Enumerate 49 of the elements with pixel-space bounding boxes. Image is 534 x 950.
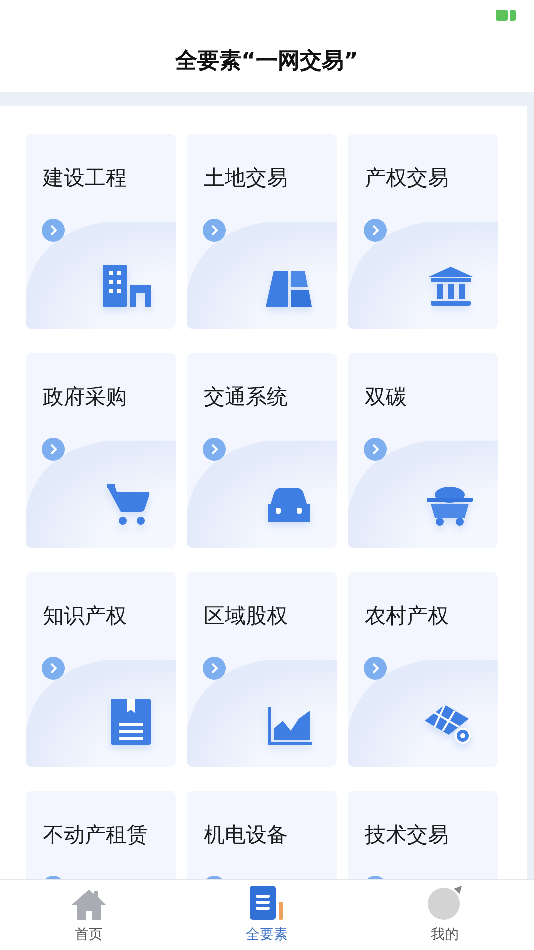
battery-icon <box>496 10 516 20</box>
category-card[interactable]: 农村产权 <box>348 572 498 767</box>
chevron-circle-icon <box>364 438 387 461</box>
area-chart-icon <box>268 707 312 745</box>
tab-item[interactable]: 首页 <box>0 880 178 950</box>
cart-icon <box>107 484 151 526</box>
mine-cart-icon <box>427 486 473 526</box>
category-card[interactable]: 不动产租赁 <box>26 791 176 879</box>
land-tiles-icon <box>266 271 312 307</box>
tab-item[interactable]: 我的 <box>356 880 534 950</box>
chevron-circle-icon <box>203 657 226 680</box>
bank-icon <box>429 267 473 307</box>
card-title: 建设工程 <box>43 165 127 192</box>
chevron-circle-icon <box>42 219 65 242</box>
avatar-icon <box>428 886 462 920</box>
category-card[interactable]: 交通系统 <box>187 353 337 548</box>
category-card[interactable]: 政府采购 <box>26 353 176 548</box>
chevron-circle-icon <box>42 438 65 461</box>
chevron-circle-icon <box>42 657 65 680</box>
card-title: 土地交易 <box>204 165 288 192</box>
card-title: 知识产权 <box>43 603 127 630</box>
book-icon <box>111 699 151 745</box>
page-title: 全要素“一网交易” <box>176 48 358 76</box>
category-card[interactable]: 技术交易 <box>348 791 498 879</box>
buildings-icon <box>103 265 151 307</box>
card-title: 机电设备 <box>204 822 288 849</box>
chevron-circle-icon <box>203 219 226 242</box>
card-title: 双碳 <box>365 384 407 411</box>
category-card[interactable]: 知识产权 <box>26 572 176 767</box>
category-card[interactable]: 土地交易 <box>187 134 337 329</box>
card-title: 政府采购 <box>43 384 127 411</box>
category-card[interactable]: 机电设备 <box>187 791 337 879</box>
document-icon <box>250 886 284 920</box>
chevron-circle-icon <box>364 657 387 680</box>
card-title: 交通系统 <box>204 384 288 411</box>
card-title: 技术交易 <box>365 822 449 849</box>
chevron-circle-icon <box>364 219 387 242</box>
card-title: 产权交易 <box>365 165 449 192</box>
category-card[interactable]: 建设工程 <box>26 134 176 329</box>
tab-item[interactable]: 全要素 <box>178 880 356 950</box>
category-card[interactable]: 区域股权 <box>187 572 337 767</box>
card-title: 区域股权 <box>204 603 288 630</box>
card-title: 农村产权 <box>365 603 449 630</box>
chevron-circle-icon <box>203 438 226 461</box>
category-card[interactable]: 产权交易 <box>348 134 498 329</box>
solar-panel-icon <box>425 705 473 745</box>
home-icon <box>72 890 106 920</box>
card-title: 不动产租赁 <box>43 822 148 849</box>
category-card[interactable]: 双碳 <box>348 353 498 548</box>
